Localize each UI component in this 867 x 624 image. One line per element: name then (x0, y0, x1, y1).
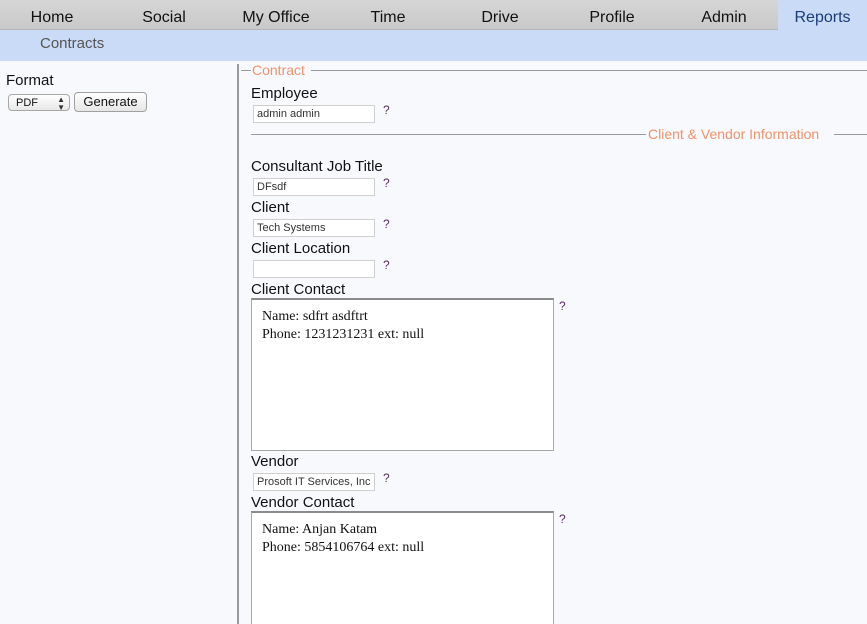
nav-social[interactable]: Social (128, 0, 200, 29)
job-title-help-icon[interactable]: ? (383, 176, 390, 190)
contract-fieldset-border-right (311, 70, 867, 71)
vendor-contact-label: Vendor Contact (251, 494, 355, 511)
client-location-input[interactable] (253, 260, 375, 278)
contract-fieldset-border-left (241, 70, 251, 71)
nav-profile[interactable]: Profile (576, 0, 648, 29)
nav-time[interactable]: Time (352, 0, 424, 29)
format-label: Format (6, 72, 54, 89)
vendor-contact-textarea[interactable]: Name: Anjan Katam Phone: 5854106764 ext:… (251, 511, 554, 624)
client-location-label: Client Location (251, 240, 351, 257)
sub-navigation: Contracts (0, 30, 867, 61)
client-input[interactable]: Tech Systems (253, 219, 375, 237)
vendor-contact-name: Name: Anjan Katam (262, 522, 378, 537)
client-label: Client (251, 199, 290, 216)
employee-label: Employee (251, 85, 318, 102)
generate-button[interactable]: Generate (74, 92, 147, 112)
vendor-contact-phone: Phone: 5854106764 ext: null (262, 540, 425, 555)
nav-my-office[interactable]: My Office (234, 0, 318, 29)
employee-input[interactable]: admin admin (253, 105, 375, 123)
nav-reports[interactable]: Reports (778, 0, 867, 30)
vendor-label: Vendor (251, 453, 299, 470)
client-contact-label: Client Contact (251, 281, 346, 298)
subnav-contracts[interactable]: Contracts (40, 30, 104, 58)
contract-legend: Contract (252, 62, 305, 78)
vendor-input[interactable]: Prosoft IT Services, Inc (253, 473, 375, 491)
client-vendor-fieldset-border-left (251, 134, 646, 135)
client-vendor-fieldset-border-right (834, 134, 867, 135)
nav-home[interactable]: Home (16, 0, 88, 29)
nav-admin[interactable]: Admin (688, 0, 760, 29)
employee-help-icon[interactable]: ? (383, 103, 390, 117)
select-arrows-icon: ▲ ▼ (57, 95, 65, 112)
job-title-input[interactable]: DFsdf (253, 178, 375, 196)
client-location-help-icon[interactable]: ? (383, 258, 390, 272)
client-contact-name: Name: sdfrt asdftrt (262, 309, 368, 324)
format-select-value: PDF (16, 97, 38, 109)
client-contact-help-icon[interactable]: ? (559, 299, 566, 313)
format-select[interactable]: PDF ▲ ▼ (8, 94, 70, 112)
contract-form: Contract Employee admin admin ? Client &… (239, 61, 867, 624)
nav-drive[interactable]: Drive (464, 0, 536, 29)
sidebar: Format PDF ▲ ▼ Generate (0, 61, 236, 624)
client-contact-textarea[interactable]: Name: sdfrt asdftrt Phone: 1231231231 ex… (251, 298, 554, 451)
vendor-contact-help-icon[interactable]: ? (559, 512, 566, 526)
job-title-label: Consultant Job Title (251, 158, 383, 175)
client-contact-phone: Phone: 1231231231 ext: null (262, 327, 425, 342)
client-vendor-legend: Client & Vendor Information (648, 126, 820, 142)
vendor-help-icon[interactable]: ? (383, 471, 390, 485)
top-navigation: Home Social My Office Time Drive Profile… (0, 0, 867, 30)
client-help-icon[interactable]: ? (383, 217, 390, 231)
